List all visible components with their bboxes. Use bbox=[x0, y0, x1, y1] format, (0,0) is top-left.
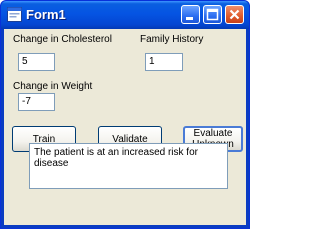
app-icon bbox=[7, 7, 22, 22]
result-output-box[interactable]: The patient is at an increased risk for … bbox=[29, 143, 228, 189]
form-client-area: Change in Cholesterol Family History 5 1… bbox=[4, 29, 246, 225]
maximize-icon bbox=[206, 8, 219, 21]
family-history-input[interactable]: 1 bbox=[145, 53, 183, 71]
close-icon bbox=[229, 9, 240, 20]
title-bar[interactable]: Form1 bbox=[1, 1, 249, 29]
minimize-icon bbox=[186, 17, 193, 20]
window-title: Form1 bbox=[26, 7, 66, 22]
form-window: Form1 Change in Cholesterol Family Histo… bbox=[0, 0, 250, 229]
weight-label: Change in Weight bbox=[13, 81, 93, 92]
weight-input[interactable]: -7 bbox=[18, 93, 55, 111]
minimize-button[interactable] bbox=[181, 5, 200, 24]
family-history-label: Family History bbox=[140, 34, 204, 45]
evaluate-label-line1: Evaluate bbox=[193, 128, 233, 139]
close-button[interactable] bbox=[225, 5, 244, 24]
cholesterol-input[interactable]: 5 bbox=[18, 53, 55, 71]
result-message: The patient is at an increased risk for … bbox=[34, 147, 198, 169]
cholesterol-label: Change in Cholesterol bbox=[13, 34, 112, 45]
maximize-button[interactable] bbox=[203, 5, 222, 24]
